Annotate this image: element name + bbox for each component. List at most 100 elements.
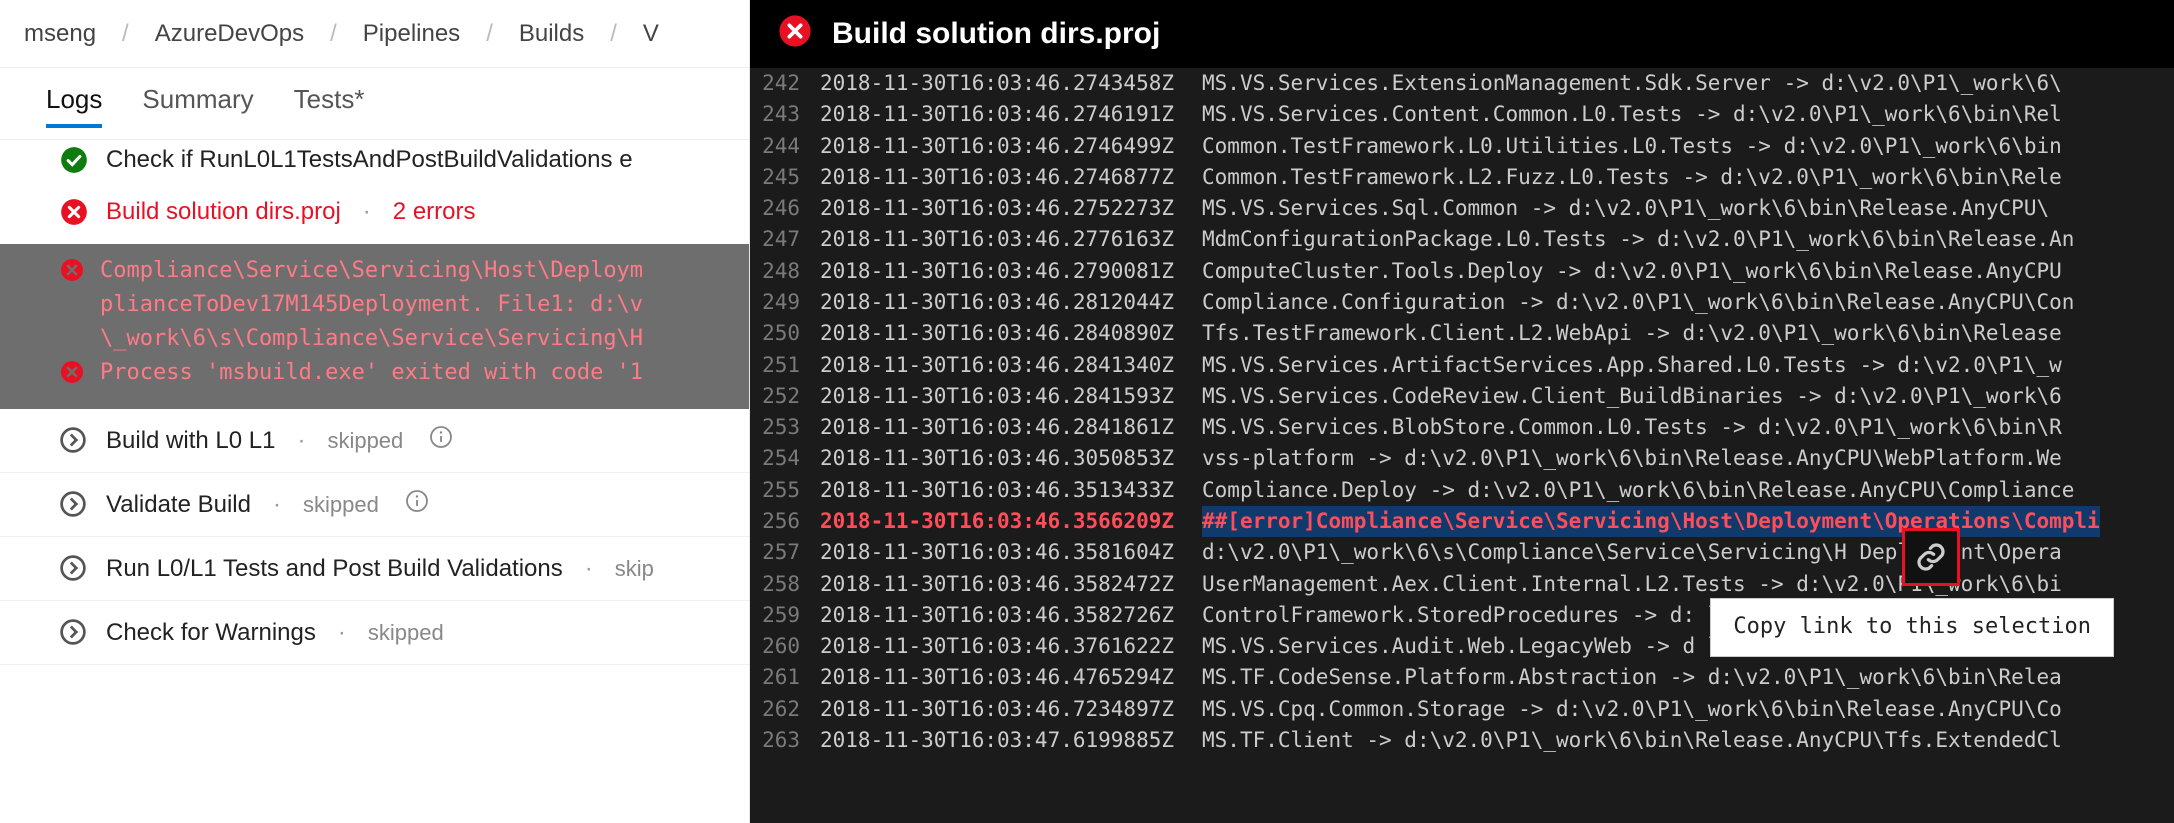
log-message: vss-platform -> d:\v2.0\P1\_work\6\bin\R… [1202,443,2062,474]
log-line[interactable]: 2442018-11-30T16:03:46.2746499ZCommon.Te… [750,131,2174,162]
log-message: MS.VS.Services.Sql.Common -> d:\v2.0\P1\… [1202,193,2049,224]
log-message: MS.VS.Services.ArtifactServices.App.Shar… [1202,350,2062,381]
log-line[interactable]: 2512018-11-30T16:03:46.2841340ZMS.VS.Ser… [750,350,2174,381]
log-line[interactable]: 2582018-11-30T16:03:46.3582472ZUserManag… [750,569,2174,600]
timestamp: 2018-11-30T16:03:46.3581604Z [820,537,1202,568]
timestamp: 2018-11-30T16:03:46.2840890Z [820,318,1202,349]
step-row[interactable]: Validate Build · skipped [0,473,749,537]
timestamp: 2018-11-30T16:03:46.2776163Z [820,224,1202,255]
copy-link-button[interactable] [1902,528,1960,586]
tab-tests[interactable]: Tests* [294,84,365,127]
timestamp: 2018-11-30T16:03:46.2746499Z [820,131,1202,162]
info-icon[interactable] [405,489,429,520]
timestamp: 2018-11-30T16:03:46.2746191Z [820,99,1202,130]
log-message: ##[error]Compliance\Service\Servicing\Ho… [1202,506,2100,537]
log-line[interactable]: 2572018-11-30T16:03:46.3581604Zd:\v2.0\P… [750,537,2174,568]
breadcrumb: mseng / AzureDevOps / Pipelines / Builds… [0,0,749,68]
breadcrumb-item[interactable]: AzureDevOps [155,20,304,48]
timestamp: 2018-11-30T16:03:46.3582726Z [820,600,1202,631]
timestamp: 2018-11-30T16:03:46.2752273Z [820,193,1202,224]
step-row[interactable]: Build with L0 L1 · skipped [0,409,749,473]
log-message: ComputeCluster.Tools.Deploy -> d:\v2.0\P… [1202,256,2062,287]
log-line[interactable]: 2632018-11-30T16:03:47.6199885ZMS.TF.Cli… [750,725,2174,756]
timestamp: 2018-11-30T16:03:46.3566209Z [820,506,1202,537]
separator-dot: · [334,619,350,647]
step-title: Validate Build [106,491,251,519]
step-row[interactable]: Check for Warnings · skipped [0,601,749,665]
log-message: MS.TF.Client -> d:\v2.0\P1\_work\6\bin\R… [1202,725,2062,756]
step-status: skipped [327,428,403,454]
log-line[interactable]: 2532018-11-30T16:03:46.2841861ZMS.VS.Ser… [750,412,2174,443]
error-count: 2 errors [393,198,476,226]
breadcrumb-item[interactable]: mseng [24,20,96,48]
view-tabs: Logs Summary Tests* [0,68,749,140]
log-line[interactable]: 2622018-11-30T16:03:46.7234897ZMS.VS.Cpq… [750,694,2174,725]
info-icon[interactable] [429,425,453,456]
log-line[interactable]: 2482018-11-30T16:03:46.2790081ZComputeCl… [750,256,2174,287]
log-line[interactable]: 2552018-11-30T16:03:46.3513433ZComplianc… [750,475,2174,506]
log-line[interactable]: 2542018-11-30T16:03:46.3050853Zvss-platf… [750,443,2174,474]
error-icon [60,198,88,226]
log-line[interactable]: 2472018-11-30T16:03:46.2776163ZMdmConfig… [750,224,2174,255]
log-line[interactable]: 2462018-11-30T16:03:46.2752273ZMS.VS.Ser… [750,193,2174,224]
log-pane: Build solution dirs.proj 2422018-11-30T1… [750,0,2174,823]
tab-summary[interactable]: Summary [142,84,253,127]
log-message: MS.VS.Services.Audit.Web.LegacyWeb -> d … [1202,631,1784,662]
log-line[interactable]: 2422018-11-30T16:03:46.2743458ZMS.VS.Ser… [750,68,2174,99]
log-message: MS.VS.Cpq.Common.Storage -> d:\v2.0\P1\_… [1202,694,2062,725]
step-title: Run L0/L1 Tests and Post Build Validatio… [106,555,563,583]
log-message: Compliance.Deploy -> d:\v2.0\P1\_work\6\… [1202,475,2074,506]
breadcrumb-separator: / [610,20,617,48]
line-number: 251 [750,350,820,381]
line-number: 254 [750,443,820,474]
log-message: MS.VS.Services.ExtensionManagement.Sdk.S… [1202,68,2062,99]
line-number: 249 [750,287,820,318]
line-number: 242 [750,68,820,99]
log-message: MdmConfigurationPackage.L0.Tests -> d:\v… [1202,224,2074,255]
log-message: Common.TestFramework.L0.Utilities.L0.Tes… [1202,131,2062,162]
line-number: 250 [750,318,820,349]
log-line[interactable]: 2562018-11-30T16:03:46.3566209Z##[error]… [750,506,2174,537]
breadcrumb-item[interactable]: Builds [519,20,584,48]
tab-logs[interactable]: Logs [46,84,102,127]
line-number: 260 [750,631,820,662]
log-message: MS.VS.Services.BlobStore.Common.L0.Tests… [1202,412,2062,443]
error-row: Process 'msbuild.exe' exited with code '… [60,356,729,395]
step-row-failed[interactable]: Build solution dirs.proj · 2 errors [0,180,749,244]
line-number: 259 [750,600,820,631]
timestamp: 2018-11-30T16:03:47.6199885Z [820,725,1202,756]
log-line[interactable]: 2522018-11-30T16:03:46.2841593ZMS.VS.Ser… [750,381,2174,412]
step-row-previous[interactable]: Check if RunL0L1TestsAndPostBuildValidat… [0,140,749,180]
copy-link-tooltip: Copy link to this selection [1710,598,2114,657]
step-error-details[interactable]: Compliance\Service\Servicing\Host\Deploy… [0,244,749,409]
line-number: 243 [750,99,820,130]
timestamp: 2018-11-30T16:03:46.4765294Z [820,662,1202,693]
chevron-right-icon [60,555,88,583]
log-line[interactable]: 2612018-11-30T16:03:46.4765294ZMS.TF.Cod… [750,662,2174,693]
step-row[interactable]: Run L0/L1 Tests and Post Build Validatio… [0,537,749,601]
separator-dot: · [581,555,597,583]
timestamp: 2018-11-30T16:03:46.2746877Z [820,162,1202,193]
separator-dot: · [293,427,309,455]
breadcrumb-item[interactable]: V [643,20,659,48]
timestamp: 2018-11-30T16:03:46.7234897Z [820,694,1202,725]
step-title: Build with L0 L1 [106,427,275,455]
log-message: ControlFramework.StoredProcedures -> d: … [1202,600,1784,631]
timestamp: 2018-11-30T16:03:46.2790081Z [820,256,1202,287]
log-line[interactable]: 2492018-11-30T16:03:46.2812044ZComplianc… [750,287,2174,318]
line-number: 248 [750,256,820,287]
line-number: 244 [750,131,820,162]
line-number: 246 [750,193,820,224]
log-body[interactable]: 2422018-11-30T16:03:46.2743458ZMS.VS.Ser… [750,68,2174,823]
log-line[interactable]: 2502018-11-30T16:03:46.2840890ZTfs.TestF… [750,318,2174,349]
line-number: 263 [750,725,820,756]
log-line[interactable]: 2432018-11-30T16:03:46.2746191ZMS.VS.Ser… [750,99,2174,130]
timestamp: 2018-11-30T16:03:46.2841593Z [820,381,1202,412]
log-message: MS.VS.Services.Content.Common.L0.Tests -… [1202,99,2062,130]
log-title: Build solution dirs.proj [832,17,1160,51]
line-number: 257 [750,537,820,568]
log-line[interactable]: 2452018-11-30T16:03:46.2746877ZCommon.Te… [750,162,2174,193]
log-message: Compliance.Configuration -> d:\v2.0\P1\_… [1202,287,2074,318]
timestamp: 2018-11-30T16:03:46.2841340Z [820,350,1202,381]
breadcrumb-item[interactable]: Pipelines [363,20,460,48]
